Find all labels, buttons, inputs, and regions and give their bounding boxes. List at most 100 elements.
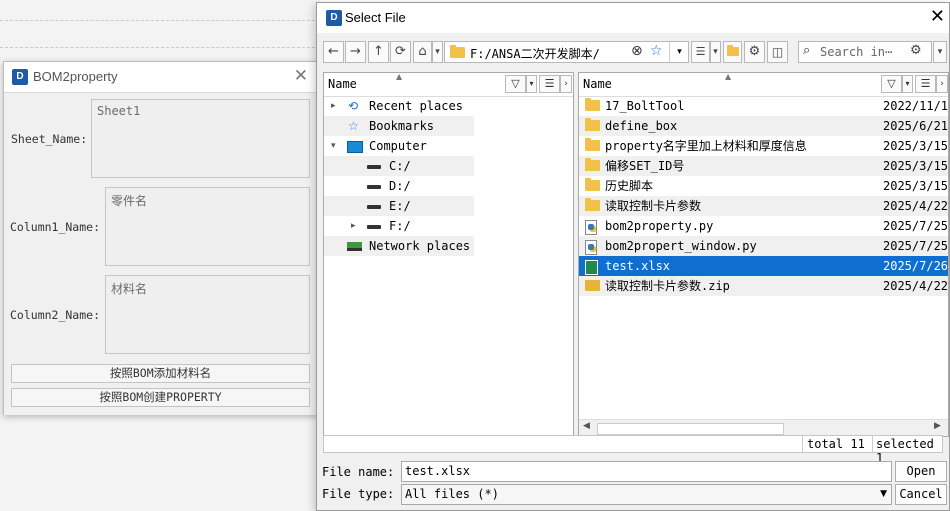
file-row[interactable]: bom2propert_window.py 2025/7/25 [579,236,948,256]
close-icon[interactable]: ✕ [294,66,308,86]
file-row[interactable]: 读取控制卡片参数.zip 2025/4/22 [579,276,948,296]
drive-icon [367,224,381,229]
places-header-name[interactable]: Name [328,77,357,91]
place-drive-d[interactable]: D:/ [324,176,474,196]
split-view-icon[interactable]: ◫ [767,41,788,63]
place-bookmarks[interactable]: ☆ Bookmarks [324,116,474,136]
place-drive-e[interactable]: E:/ [324,196,474,216]
sort-dropdown-icon[interactable]: ▾ [710,41,721,63]
drive-icon [367,184,381,189]
file-row[interactable]: property名字里加上材料和厚度信息 2025/3/15 [579,136,948,156]
sort-ascending-icon: ▲ [725,72,732,81]
file-row[interactable]: define_box 2025/6/21 [579,116,948,136]
file-row[interactable]: 读取控制卡片参数 2025/4/22 [579,196,948,216]
path-dropdown-icon[interactable]: ▾ [669,42,689,62]
file-name: 偏移SET_ID号 [605,159,685,173]
columns-icon[interactable]: ☰ [539,75,560,93]
clear-icon[interactable]: ⊗ [631,43,643,59]
file-row[interactable]: 历史脚本 2025/3/15 [579,176,948,196]
place-network[interactable]: Network places [324,236,474,256]
column2-name-input[interactable]: 材料名 [105,275,310,354]
cancel-button[interactable]: Cancel [895,484,947,505]
path-field[interactable]: F:/ANSA二次开发脚本/ ⊗ ☆ ▾ [444,41,689,63]
column1-name-input[interactable]: 零件名 [105,187,310,266]
chevron-down-icon: ▼ [880,489,887,499]
place-drive-f[interactable]: ▸ F:/ [324,216,474,236]
filter-dropdown-icon[interactable]: ▾ [526,75,537,93]
scroll-right-icon[interactable]: › [936,75,948,93]
filter-icon[interactable]: ▽ [881,75,902,93]
file-name: define_box [605,119,678,133]
file-type-label: File type: [322,487,395,501]
sheet-name-input[interactable]: Sheet1 [91,99,310,178]
forward-arrow-icon[interactable]: → [345,41,366,63]
file-name: test.xlsx [605,259,671,273]
select-file-dialog: D Select File ✕ ← → ↑ ⟳ ⌂ ▾ F:/ANSA二次开发脚… [316,2,950,511]
scroll-right-icon[interactable]: › [560,75,572,93]
settings-gear-icon[interactable]: ⚙ [744,41,765,63]
file-name: 17_BoltTool [605,99,685,113]
column2-name-label: Column2_Name: [10,308,101,322]
file-name: 读取控制卡片参数.zip [605,279,730,293]
scroll-left-icon[interactable]: ◀ [583,421,590,431]
place-drive-c[interactable]: C:/ [324,156,474,176]
file-name-input[interactable]: test.xlsx [401,461,892,482]
column1-name-label: Column1_Name: [10,220,101,234]
python-file-icon [585,220,597,235]
back-arrow-icon[interactable]: ← [323,41,344,63]
files-header-name[interactable]: Name [583,77,612,91]
file-name: 历史脚本 [605,179,654,193]
app-icon: D [12,69,28,85]
status-total: total 11 [807,437,865,451]
sort-options-icon[interactable]: ☰ [691,41,710,63]
filter-dropdown-icon[interactable]: ▾ [902,75,913,93]
bookmark-star-icon[interactable]: ☆ [650,43,663,59]
bom2property-window: D BOM2property ✕ Sheet_Name: Sheet1 Colu… [3,61,319,415]
file-row[interactable]: test.xlsx 2025/7/26 [579,256,948,276]
home-dropdown-icon[interactable]: ▾ [432,41,443,63]
file-date: 2025/4/22 [883,199,949,213]
scrollbar-thumb[interactable] [597,423,784,435]
refresh-icon[interactable]: ⟳ [390,41,411,63]
search-input[interactable]: ⌕ Search in⋯ ⚙ [798,41,932,63]
file-row[interactable]: 偏移SET_ID号 2025/3/15 [579,156,948,176]
file-type-select[interactable]: All files (*) ▼ [401,484,892,505]
file-row[interactable]: bom2property.py 2025/7/25 [579,216,948,236]
file-date: 2025/3/15 [883,179,949,193]
bom-form: Sheet_Name: Sheet1 Column1_Name: 零件名 Col… [4,92,318,415]
places-header: Name ▲ ▽ ▾ ☰ › [324,72,573,97]
place-recent[interactable]: ▸ ⟲ Recent places [324,96,474,116]
background-divider [0,20,320,21]
add-material-button[interactable]: 按照BOM添加材料名 [11,364,310,383]
status-bar: total 11 selected 1 [323,435,943,465]
search-icon: ⌕ [803,43,811,58]
filter-icon[interactable]: ▽ [505,75,526,93]
home-icon[interactable]: ⌂ [413,41,432,63]
place-computer[interactable]: ▾ Computer [324,136,474,156]
dialog-titlebar[interactable]: D Select File ✕ [317,3,949,33]
new-folder-icon[interactable] [723,41,742,63]
up-arrow-icon[interactable]: ↑ [368,41,389,63]
file-name: bom2property.py [605,219,714,233]
file-date: 2025/7/25 [883,219,949,233]
sort-ascending-icon: ▲ [396,72,403,81]
places-pane: Name ▲ ▽ ▾ ☰ › ▸ ⟲ Recent places ☆ Bookm… [323,72,574,437]
recent-places-icon: ⟲ [348,99,359,113]
bom-window-title: BOM2property [33,69,118,84]
create-property-button[interactable]: 按照BOM创建PROPERTY [11,388,310,407]
columns-icon[interactable]: ☰ [915,75,936,93]
close-icon[interactable]: ✕ [930,6,945,27]
file-name: 读取控制卡片参数 [605,199,702,213]
more-dropdown-icon[interactable]: ▾ [933,41,947,63]
drive-icon [367,204,381,209]
open-button[interactable]: Open [895,461,947,482]
file-date: 2025/3/15 [883,159,949,173]
bom-titlebar[interactable]: D BOM2property ✕ [4,62,318,92]
search-settings-icon[interactable]: ⚙ [910,43,922,58]
file-type-value: All files (*) [405,487,499,501]
files-header: Name ▲ ▽ ▾ ☰ › [579,73,948,97]
files-pane: Name ▲ ▽ ▾ ☰ › 17_BoltTool 2022/11/16 defi… [578,72,949,437]
file-name-label: File name: [322,465,395,479]
file-row[interactable]: 17_BoltTool 2022/11/16 [579,96,948,116]
scroll-right-icon[interactable]: ▶ [934,421,941,431]
